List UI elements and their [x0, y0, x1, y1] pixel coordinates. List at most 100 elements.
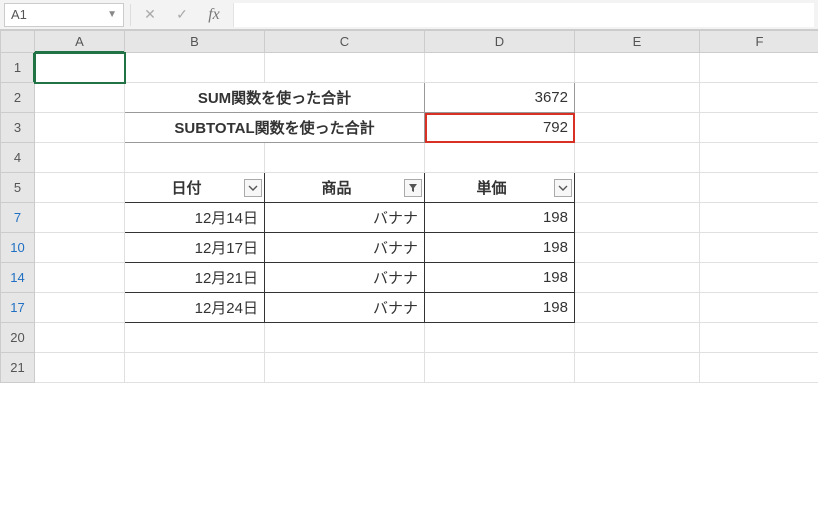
confirm-formula-button[interactable]: ✓: [169, 3, 195, 27]
filter-button-item[interactable]: [404, 179, 422, 197]
cell-A14[interactable]: [35, 263, 125, 293]
formula-input[interactable]: [233, 3, 814, 27]
cell-A21[interactable]: [35, 353, 125, 383]
cell-E5[interactable]: [575, 173, 700, 203]
table-header-item[interactable]: 商品: [265, 173, 425, 203]
sum-label[interactable]: SUM関数を使った合計: [125, 83, 425, 113]
table-row[interactable]: 198: [425, 263, 575, 293]
cancel-formula-button[interactable]: ✕: [137, 3, 163, 27]
table-row[interactable]: 198: [425, 293, 575, 323]
cell-A7[interactable]: [35, 203, 125, 233]
cell-E14[interactable]: [575, 263, 700, 293]
column-header-C[interactable]: C: [265, 31, 425, 53]
row-header-21[interactable]: 21: [1, 353, 35, 383]
cell-F20[interactable]: [700, 323, 818, 353]
cell-D1[interactable]: [425, 53, 575, 83]
cell-F4[interactable]: [700, 143, 818, 173]
table-row[interactable]: 198: [425, 233, 575, 263]
cell-D4[interactable]: [425, 143, 575, 173]
row-header-3[interactable]: 3: [1, 113, 35, 143]
cell-E10[interactable]: [575, 233, 700, 263]
row-header-10[interactable]: 10: [1, 233, 35, 263]
row-header-17[interactable]: 17: [1, 293, 35, 323]
row-header-20[interactable]: 20: [1, 323, 35, 353]
cell-A5[interactable]: [35, 173, 125, 203]
sheet-table: A B C D E F 1: [0, 30, 818, 383]
cell-F3[interactable]: [700, 113, 818, 143]
column-header-A[interactable]: A: [35, 31, 125, 53]
cell-F7[interactable]: [700, 203, 818, 233]
name-box[interactable]: A1 ▼: [4, 3, 124, 27]
row-header-1[interactable]: 1: [1, 53, 35, 83]
row-header-4[interactable]: 4: [1, 143, 35, 173]
cell-D21[interactable]: [425, 353, 575, 383]
subtotal-value[interactable]: 792: [425, 113, 575, 143]
cell-C20[interactable]: [265, 323, 425, 353]
cell-A10[interactable]: [35, 233, 125, 263]
cell-E3[interactable]: [575, 113, 700, 143]
cell-B20[interactable]: [125, 323, 265, 353]
table-row[interactable]: 198: [425, 203, 575, 233]
cell-E17[interactable]: [575, 293, 700, 323]
table-header-date[interactable]: 日付: [125, 173, 265, 203]
cell-C4[interactable]: [265, 143, 425, 173]
table-row[interactable]: 12月21日: [125, 263, 265, 293]
chevron-down-icon: [558, 183, 568, 193]
cell-B1[interactable]: [125, 53, 265, 83]
cell-C1[interactable]: [265, 53, 425, 83]
column-header-B[interactable]: B: [125, 31, 265, 53]
sum-value[interactable]: 3672: [425, 83, 575, 113]
cell-A3[interactable]: [35, 113, 125, 143]
formula-bar: A1 ▼ ✕ ✓ fx: [0, 0, 818, 30]
filter-button-price[interactable]: [554, 179, 572, 197]
row-header-14[interactable]: 14: [1, 263, 35, 293]
table-row[interactable]: 12月14日: [125, 203, 265, 233]
table-row[interactable]: 12月24日: [125, 293, 265, 323]
table-row[interactable]: バナナ: [265, 203, 425, 233]
cell-E4[interactable]: [575, 143, 700, 173]
name-box-value: A1: [11, 7, 27, 22]
table-header-price[interactable]: 単価: [425, 173, 575, 203]
table-row[interactable]: バナナ: [265, 263, 425, 293]
subtotal-label[interactable]: SUBTOTAL関数を使った合計: [125, 113, 425, 143]
cell-F10[interactable]: [700, 233, 818, 263]
chevron-down-icon: [248, 183, 258, 193]
separator: [130, 4, 131, 26]
table-header-label: 商品: [321, 180, 351, 197]
cell-A17[interactable]: [35, 293, 125, 323]
cell-E20[interactable]: [575, 323, 700, 353]
table-row[interactable]: バナナ: [265, 233, 425, 263]
cell-F1[interactable]: [700, 53, 818, 83]
cell-B21[interactable]: [125, 353, 265, 383]
row-header-2[interactable]: 2: [1, 83, 35, 113]
cell-B4[interactable]: [125, 143, 265, 173]
cell-F17[interactable]: [700, 293, 818, 323]
chevron-down-icon: ▼: [107, 9, 117, 20]
cell-E1[interactable]: [575, 53, 700, 83]
cell-F21[interactable]: [700, 353, 818, 383]
check-icon: ✓: [176, 6, 188, 23]
cell-D20[interactable]: [425, 323, 575, 353]
cell-E7[interactable]: [575, 203, 700, 233]
cell-A20[interactable]: [35, 323, 125, 353]
cell-F14[interactable]: [700, 263, 818, 293]
cell-A4[interactable]: [35, 143, 125, 173]
filter-button-date[interactable]: [244, 179, 262, 197]
cell-C21[interactable]: [265, 353, 425, 383]
column-header-E[interactable]: E: [575, 31, 700, 53]
select-all-corner[interactable]: [1, 31, 35, 53]
cell-A1[interactable]: [35, 53, 125, 83]
cell-F2[interactable]: [700, 83, 818, 113]
row-header-7[interactable]: 7: [1, 203, 35, 233]
cell-E2[interactable]: [575, 83, 700, 113]
table-row[interactable]: 12月17日: [125, 233, 265, 263]
insert-function-button[interactable]: fx: [201, 3, 227, 27]
filter-active-icon: [408, 183, 418, 193]
table-row[interactable]: バナナ: [265, 293, 425, 323]
column-header-D[interactable]: D: [425, 31, 575, 53]
row-header-5[interactable]: 5: [1, 173, 35, 203]
column-header-F[interactable]: F: [700, 31, 818, 53]
cell-A2[interactable]: [35, 83, 125, 113]
cell-F5[interactable]: [700, 173, 818, 203]
cell-E21[interactable]: [575, 353, 700, 383]
